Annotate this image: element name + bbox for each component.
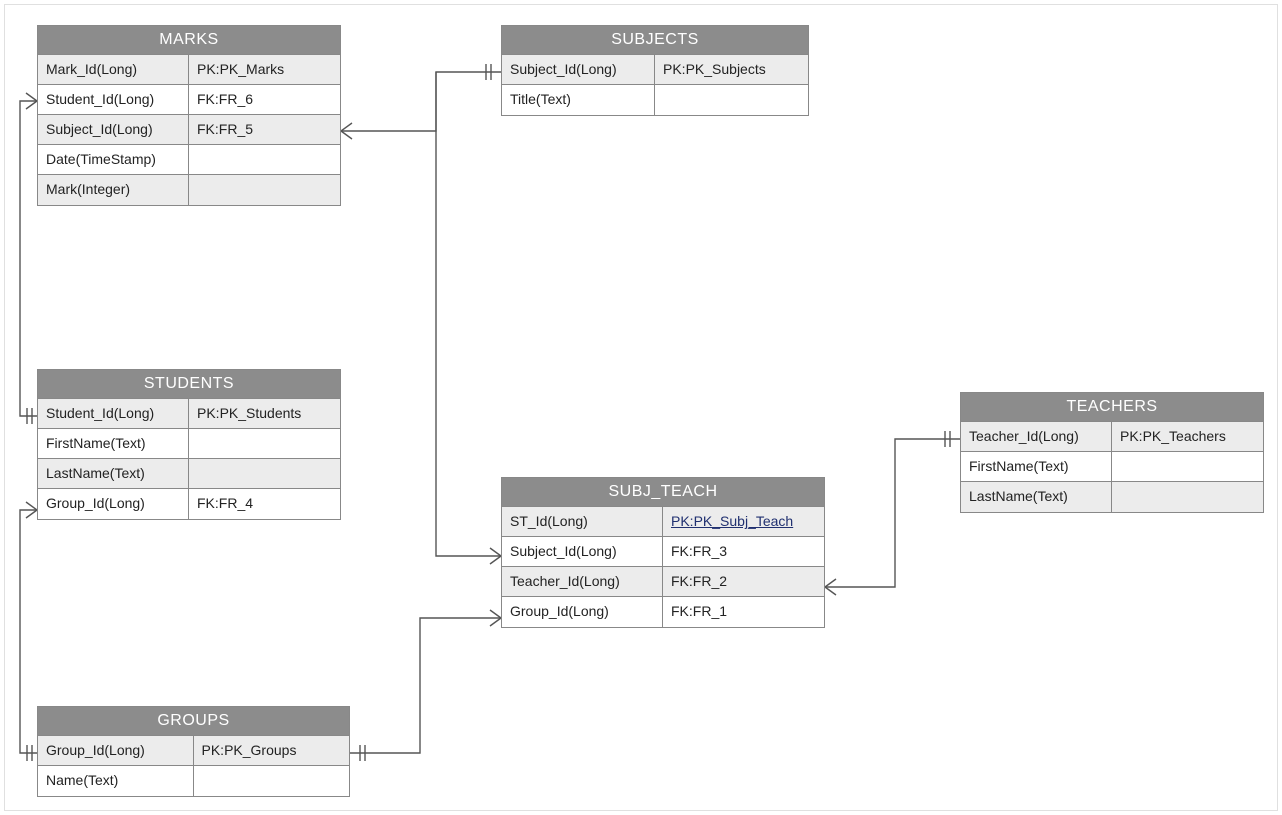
entity-row[interactable]: Mark_Id(Long)PK:PK_Marks	[38, 55, 340, 85]
entity-row[interactable]: Mark(Integer)	[38, 175, 340, 205]
entity-row[interactable]: Teacher_Id(Long)PK:PK_Teachers	[961, 422, 1263, 452]
entity-subjects[interactable]: SUBJECTSSubject_Id(Long)PK:PK_SubjectsTi…	[501, 25, 809, 116]
column-name: Date(TimeStamp)	[38, 145, 189, 174]
column-key	[655, 85, 808, 115]
entity-row[interactable]: FirstName(Text)	[961, 452, 1263, 482]
entity-title: TEACHERS	[961, 393, 1263, 422]
entity-groups[interactable]: GROUPSGroup_Id(Long)PK:PK_GroupsName(Tex…	[37, 706, 350, 797]
entity-row[interactable]: Group_Id(Long)FK:FR_1	[502, 597, 824, 627]
entity-title: SUBJ_TEACH	[502, 478, 824, 507]
entity-row[interactable]: Name(Text)	[38, 766, 349, 796]
column-key: PK:PK_Groups	[194, 736, 350, 765]
entity-row[interactable]: Teacher_Id(Long)FK:FR_2	[502, 567, 824, 597]
entity-title: GROUPS	[38, 707, 349, 736]
column-name: LastName(Text)	[38, 459, 189, 488]
entity-row[interactable]: Student_Id(Long)FK:FR_6	[38, 85, 340, 115]
column-name: Student_Id(Long)	[38, 399, 189, 428]
column-key: FK:FR_2	[663, 567, 824, 596]
entity-row[interactable]: Subject_Id(Long)FK:FR_5	[38, 115, 340, 145]
entity-subj_teach[interactable]: SUBJ_TEACHST_Id(Long)PK:PK_Subj_TeachSub…	[501, 477, 825, 628]
column-key	[1112, 482, 1263, 512]
column-name: FirstName(Text)	[38, 429, 189, 458]
column-key: FK:FR_6	[189, 85, 340, 114]
column-key	[189, 459, 340, 488]
column-key	[1112, 452, 1263, 481]
column-name: Teacher_Id(Long)	[961, 422, 1112, 451]
column-name: FirstName(Text)	[961, 452, 1112, 481]
column-key	[189, 429, 340, 458]
entity-row[interactable]: Date(TimeStamp)	[38, 145, 340, 175]
column-key: FK:FR_5	[189, 115, 340, 144]
column-key: FK:FR_1	[663, 597, 824, 627]
column-name: Subject_Id(Long)	[38, 115, 189, 144]
entity-row[interactable]: Subject_Id(Long)FK:FR_3	[502, 537, 824, 567]
entity-row[interactable]: Student_Id(Long)PK:PK_Students	[38, 399, 340, 429]
column-name: Mark(Integer)	[38, 175, 189, 205]
column-key: FK:FR_3	[663, 537, 824, 566]
entity-row[interactable]: LastName(Text)	[961, 482, 1263, 512]
entity-teachers[interactable]: TEACHERSTeacher_Id(Long)PK:PK_TeachersFi…	[960, 392, 1264, 513]
column-name: Title(Text)	[502, 85, 655, 115]
column-key: PK:PK_Subjects	[655, 55, 808, 84]
column-name: Subject_Id(Long)	[502, 55, 655, 84]
entity-row[interactable]: Title(Text)	[502, 85, 808, 115]
entity-row[interactable]: FirstName(Text)	[38, 429, 340, 459]
entity-row[interactable]: ST_Id(Long)PK:PK_Subj_Teach	[502, 507, 824, 537]
entity-row[interactable]: LastName(Text)	[38, 459, 340, 489]
column-key: PK:PK_Marks	[189, 55, 340, 84]
entity-marks[interactable]: MARKSMark_Id(Long)PK:PK_MarksStudent_Id(…	[37, 25, 341, 206]
column-name: ST_Id(Long)	[502, 507, 663, 536]
column-key: FK:FR_4	[189, 489, 340, 519]
entity-row[interactable]: Group_Id(Long)FK:FR_4	[38, 489, 340, 519]
entity-title: MARKS	[38, 26, 340, 55]
column-name: Mark_Id(Long)	[38, 55, 189, 84]
entity-title: STUDENTS	[38, 370, 340, 399]
column-name: Group_Id(Long)	[502, 597, 663, 627]
column-name: LastName(Text)	[961, 482, 1112, 512]
entity-title: SUBJECTS	[502, 26, 808, 55]
entity-students[interactable]: STUDENTSStudent_Id(Long)PK:PK_StudentsFi…	[37, 369, 341, 520]
column-key: PK:PK_Teachers	[1112, 422, 1263, 451]
column-key	[189, 175, 340, 205]
column-name: Name(Text)	[38, 766, 194, 796]
column-name: Teacher_Id(Long)	[502, 567, 663, 596]
column-key: PK:PK_Subj_Teach	[663, 507, 824, 536]
column-name: Student_Id(Long)	[38, 85, 189, 114]
column-key	[189, 145, 340, 174]
column-key: PK:PK_Students	[189, 399, 340, 428]
column-key	[194, 766, 350, 796]
column-name: Group_Id(Long)	[38, 489, 189, 519]
entity-row[interactable]: Group_Id(Long)PK:PK_Groups	[38, 736, 349, 766]
column-name: Subject_Id(Long)	[502, 537, 663, 566]
column-name: Group_Id(Long)	[38, 736, 194, 765]
entity-row[interactable]: Subject_Id(Long)PK:PK_Subjects	[502, 55, 808, 85]
